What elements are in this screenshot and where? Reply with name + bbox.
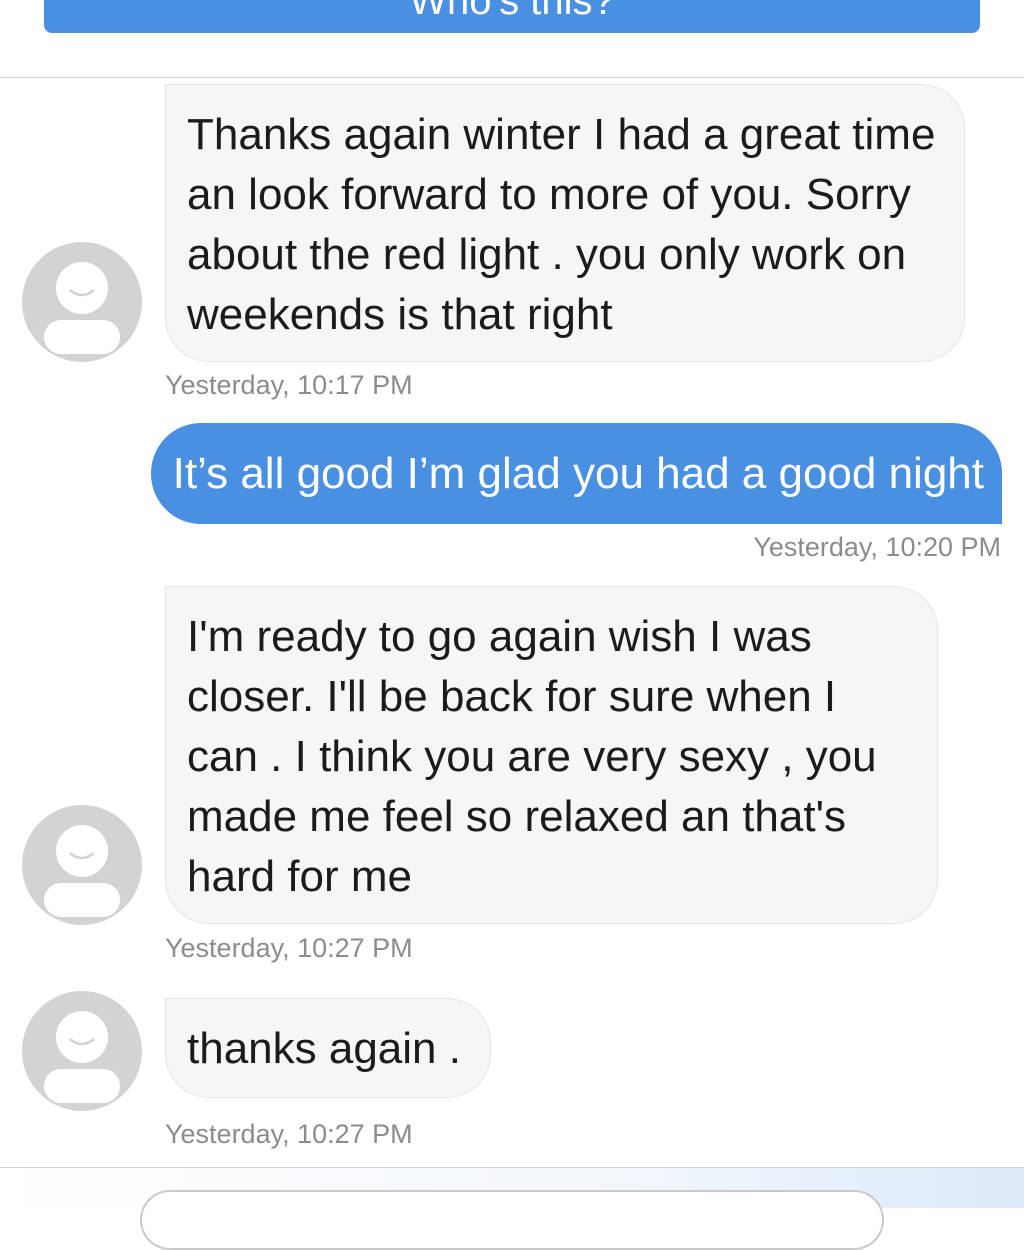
message-timestamp: Yesterday, 10:27 PM	[165, 1119, 413, 1149]
whos-this-button[interactable]: Who's this?	[44, 0, 980, 33]
outgoing-message-bubble[interactable]: It’s all good I’m glad you had a good ni…	[150, 423, 1002, 524]
message-timestamp: Yesterday, 10:17 PM	[165, 370, 413, 400]
avatar-icon[interactable]	[22, 805, 142, 925]
incoming-message-bubble[interactable]: I'm ready to go again wish I was closer.…	[165, 586, 938, 924]
header-divider	[0, 77, 1024, 78]
message-input[interactable]	[140, 1190, 884, 1250]
message-timestamp: Yesterday, 10:27 PM	[165, 933, 413, 963]
avatar-icon[interactable]	[22, 242, 142, 362]
avatar-icon[interactable]	[22, 991, 142, 1111]
incoming-message-bubble[interactable]: thanks again .	[165, 998, 491, 1098]
incoming-message-bubble[interactable]: Thanks again winter I had a great time a…	[165, 84, 965, 362]
message-timestamp: Yesterday, 10:20 PM	[753, 532, 1001, 562]
